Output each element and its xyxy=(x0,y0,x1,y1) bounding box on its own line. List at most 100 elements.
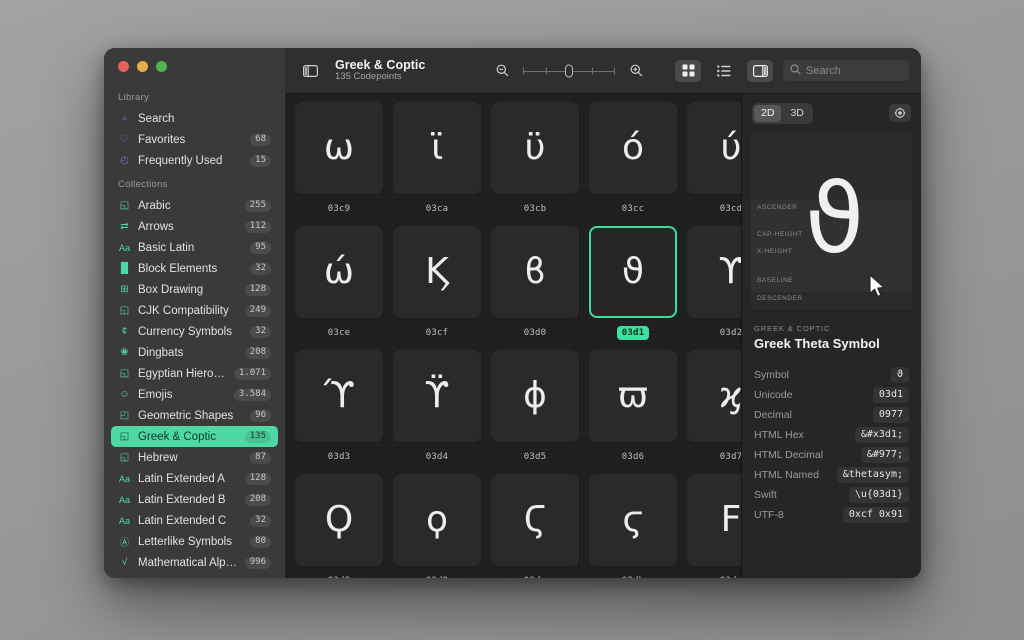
glyph-tile[interactable]: ό xyxy=(589,102,677,194)
sidebar-item-latin-extended-b[interactable]: Aa Latin Extended B 208 xyxy=(111,489,278,510)
glyph-cell[interactable]: ϔ 03d4 xyxy=(393,350,481,474)
grid-view-icon[interactable] xyxy=(675,59,701,82)
glyph-cell[interactable]: Ϝ 03dc xyxy=(687,474,741,578)
sidebar-item-letterlike-symbols[interactable]: Ⓐ Letterlike Symbols 80 xyxy=(111,531,278,552)
property-value[interactable]: \u{03d1} xyxy=(848,486,909,503)
collections-section-title: Collections xyxy=(118,179,168,190)
glyph-tile[interactable]: ϔ xyxy=(393,350,481,442)
glyph-tile[interactable]: ϕ xyxy=(491,350,579,442)
property-key: UTF-8 xyxy=(754,508,784,521)
glyph-cell[interactable]: ό 03cc xyxy=(589,102,677,226)
property-value[interactable]: 0xcf 0x91 xyxy=(842,506,909,523)
sidebar-item-search[interactable]: ⌕ Search xyxy=(111,108,278,129)
zoom-out-icon[interactable] xyxy=(489,60,515,82)
glyph-cell[interactable]: ϓ 03d3 xyxy=(295,350,383,474)
property-value[interactable]: 0977 xyxy=(872,406,909,423)
sidebar-item-count: 996 xyxy=(244,556,271,569)
inspector-toggle-icon[interactable] xyxy=(747,59,773,82)
glyph-cell[interactable]: ϒ 03d2 xyxy=(687,226,741,350)
sidebar-item-mathematical-alphanu[interactable]: √ Mathematical Alphanu… 996 xyxy=(111,552,278,573)
glyph-tile[interactable]: ϙ xyxy=(393,474,481,566)
view-mode-2d[interactable]: 2D xyxy=(754,105,782,122)
view-mode-segmented-control[interactable]: 2D 3D xyxy=(752,103,813,124)
sidebar-item-geometric-shapes[interactable]: ◰ Geometric Shapes 96 xyxy=(111,405,278,426)
sidebar-item-latin-extended-a[interactable]: Aa Latin Extended A 128 xyxy=(111,468,278,489)
sidebar-item-label: Hebrew xyxy=(138,451,178,464)
zoom-slider-handle[interactable] xyxy=(565,64,573,77)
sidebar-item-block-elements[interactable]: ▐▌ Block Elements 32 xyxy=(111,258,278,279)
sidebar-item-box-drawing[interactable]: ⊞ Box Drawing 128 xyxy=(111,279,278,300)
sidebar-item-latin-extended-c[interactable]: Aa Latin Extended C 32 xyxy=(111,510,278,531)
zoom-slider[interactable] xyxy=(523,64,615,77)
list-view-icon[interactable] xyxy=(711,60,737,82)
glyph-cell[interactable]: ϗ 03d7 xyxy=(687,350,741,474)
property-value[interactable]: &thetasym; xyxy=(836,466,909,483)
glyph-tile[interactable]: Ϗ xyxy=(393,226,481,318)
zoom-in-icon[interactable] xyxy=(623,60,649,82)
glyph-cell[interactable]: ύ 03cd xyxy=(687,102,741,226)
property-value[interactable]: 03d1 xyxy=(872,386,909,403)
property-value[interactable]: ϑ xyxy=(890,366,909,383)
sidebar-item-basic-latin[interactable]: Aa Basic Latin 95 xyxy=(111,237,278,258)
sidebar-item-label: Frequently Used xyxy=(138,154,223,167)
close-button[interactable] xyxy=(118,60,129,72)
sidebar-item-emojis[interactable]: ☺ Emojis 3.584 xyxy=(111,384,278,405)
glyph-cell[interactable]: ϋ 03cb xyxy=(491,102,579,226)
zoom-button[interactable] xyxy=(156,60,167,72)
glyph-cell[interactable]: Ϗ 03cf xyxy=(393,226,481,350)
search-box[interactable] xyxy=(783,60,909,81)
sidebar-item-egyptian-hieroglyphs[interactable]: ◱ Egyptian Hieroglyphs 1.071 xyxy=(111,363,278,384)
minimize-button[interactable] xyxy=(137,60,148,72)
glyph-tile[interactable]: ϒ xyxy=(687,226,741,318)
glyph-cell[interactable]: ϛ 03db xyxy=(589,474,677,578)
property-row: Swift \u{03d1} xyxy=(754,485,909,505)
page-title: Greek & Coptic xyxy=(335,57,426,72)
glyph-cell[interactable]: ω 03c9 xyxy=(295,102,383,226)
settings-icon[interactable] xyxy=(889,104,911,123)
glyph-tile[interactable]: ύ xyxy=(687,102,741,194)
sidebar-item-currency-symbols[interactable]: ¢ Currency Symbols 32 xyxy=(111,321,278,342)
glyph-cell[interactable]: ϊ 03ca xyxy=(393,102,481,226)
glyph-cell[interactable]: ϐ 03d0 xyxy=(491,226,579,350)
glyph-tile[interactable]: ϛ xyxy=(589,474,677,566)
glyph-tile[interactable]: ω xyxy=(295,102,383,194)
property-value[interactable]: &#x3d1; xyxy=(854,426,909,443)
glyph-cell[interactable]: Ϛ 03da xyxy=(491,474,579,578)
glyph-cell[interactable]: ϙ 03d9 xyxy=(393,474,481,578)
glyph-tile[interactable]: ϋ xyxy=(491,102,579,194)
sidebar-item-frequently-used[interactable]: ◴ Frequently Used 15 xyxy=(111,150,278,171)
search-input[interactable] xyxy=(806,64,902,77)
glyph-tile[interactable]: ώ xyxy=(295,226,383,318)
sidebar-item-arrows[interactable]: ⇄ Arrows 112 xyxy=(111,216,278,237)
desktop-background: Library ⌕ Search ♡ Favorites 68 ◴ Frequently U… xyxy=(0,0,1024,640)
glyph-preview[interactable]: ASCENDER CAP-HEIGHT X-HEIGHT BASELINE DE… xyxy=(751,131,912,310)
glyph-cell[interactable]: ϑ 03d1 xyxy=(589,226,677,350)
sidebar-item-cjk-compatibility[interactable]: ◱ CJK Compatibility 249 xyxy=(111,300,278,321)
glyph-tile[interactable]: ϑ xyxy=(589,226,677,318)
glyph-tile[interactable]: Ϛ xyxy=(491,474,579,566)
glyph-grid-pane[interactable]: ω 03c9 ϊ 03ca ϋ 03cb ό 03cc ύ 03cd ώ 03ce Ϗ 03cf ϐ 03d0… xyxy=(285,94,741,578)
sidebar-item-greek-coptic[interactable]: ◱ Greek & Coptic 135 xyxy=(111,426,278,447)
sidebar-item-hebrew[interactable]: ◱ Hebrew 87 xyxy=(111,447,278,468)
glyph-tile[interactable]: ϓ xyxy=(295,350,383,442)
glyph-cell[interactable]: ώ 03ce xyxy=(295,226,383,350)
glyph-cell[interactable]: Ϙ 03d8 xyxy=(295,474,383,578)
view-mode-3d[interactable]: 3D xyxy=(783,105,810,122)
glyph-tile[interactable]: Ϙ xyxy=(295,474,383,566)
glyph-tile[interactable]: ϊ xyxy=(393,102,481,194)
sidebar-toggle-icon[interactable] xyxy=(297,60,323,82)
glyph-tile[interactable]: ϗ xyxy=(687,350,741,442)
glyph-cell[interactable]: ϕ 03d5 xyxy=(491,350,579,474)
property-value[interactable]: &#977; xyxy=(860,446,909,463)
sidebar-item-favorites[interactable]: ♡ Favorites 68 xyxy=(111,129,278,150)
glyph-tile[interactable]: ϖ xyxy=(589,350,677,442)
glyph-tile[interactable]: ϐ xyxy=(491,226,579,318)
property-row: Symbol ϑ xyxy=(754,365,909,385)
glyph-tile[interactable]: Ϝ xyxy=(687,474,741,566)
sidebar-item-arabic[interactable]: ◱ Arabic 255 xyxy=(111,195,278,216)
glyph-cell[interactable]: ϖ 03d6 xyxy=(589,350,677,474)
sidebar-item-label: Search xyxy=(138,112,175,125)
sidebar-item-dingbats[interactable]: ❀ Dingbats 208 xyxy=(111,342,278,363)
glyph-codepoint-label: 03da xyxy=(519,574,551,578)
sidebar-item-label: Letterlike Symbols xyxy=(138,535,232,548)
